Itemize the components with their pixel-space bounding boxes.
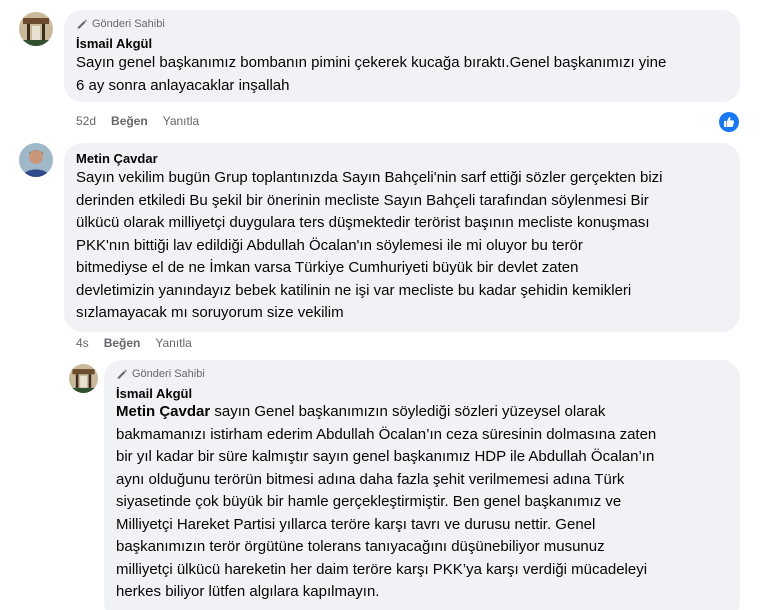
comment-line: bir yıl kadar bir süre kalmıştır sayın g… [116,448,655,465]
post-owner-badge: Gönderi Sahibi [76,18,728,30]
badge-label: Gönderi Sahibi [92,18,165,30]
avatar-ismail-akgul[interactable] [19,12,53,46]
reply-bubble: Gönderi Sahibi İsmail Akgül Metin Çavdar… [104,360,740,610]
reply-button[interactable]: Yanıtla [163,114,199,128]
comment-line: derinden etkiledi Bu şekil bir önerinin … [76,191,649,209]
reply-button[interactable]: Yanıtla [155,336,191,350]
comment-author[interactable]: İsmail Akgül [116,386,728,401]
like-reaction-icon[interactable] [719,112,739,132]
comment-text: Sayın genel başkanımız bombanın pimini ç… [76,52,728,97]
thumbs-up-icon [724,117,735,127]
comment-line: PKK'nın bittiği lav edildiği Abdullah Öc… [76,236,583,254]
comment-line: Sayın genel başkanımız bombanın pimini ç… [76,54,667,71]
comment-line: bakmamanızı istirham ederim Abdullah Öca… [116,425,657,443]
comment-line: sızlamayacak mı soruyorum size vekilim [76,304,344,321]
comment-line: milliyetçi ülkücü hareketin her daim ter… [116,560,648,578]
avatar-image [19,143,53,177]
comment-actions-2: 4s Beğen Yanıtla [76,336,192,350]
mention-link[interactable]: Metin Çavdar [116,403,210,420]
comment-bubble-1: Gönderi Sahibi İsmail Akgül Sayın genel … [64,10,740,102]
comment-line: siyasetinde çok büyük bir hamle gerçekle… [116,493,622,510]
comment-line: başkanımızın terör örgütüne tolerans tan… [116,538,605,555]
comment-timestamp[interactable]: 52d [76,114,96,128]
comment-line: Milliyetçi Hareket Partisi yıllarca terö… [116,515,596,533]
comment-line: ülkücü olarak milliyetçi duygulara ters … [76,214,650,231]
comment-line: Sayın vekilim bugün Grup toplantınızda S… [76,169,663,186]
comment-text: Metin Çavdar sayın Genel başkanımızın sö… [116,401,728,604]
post-owner-badge: Gönderi Sahibi [116,368,728,380]
pencil-icon [77,19,87,29]
pencil-icon [117,369,127,379]
avatar-image [19,12,53,46]
comment-line: aynı olduğunu terörün bitmesi adına daha… [116,470,625,488]
avatar-image [69,364,98,393]
comment-text: Sayın vekilim bugün Grup toplantınızda S… [76,167,728,325]
like-button[interactable]: Beğen [111,114,148,128]
avatar-metin-cavdar[interactable] [19,143,53,177]
comment-line: herkes biliyor lütfen algılara kapılmayı… [116,583,380,600]
comment-author[interactable]: İsmail Akgül [76,36,728,51]
comment-actions-1: 52d Beğen Yanıtla [76,114,199,128]
comment-line: devletimizin yanındayız bebek katilinin … [76,281,632,299]
comment-timestamp[interactable]: 4s [76,336,89,350]
comment-line: bitmediyse el de ne İmkan varsa Türkiye … [76,259,579,276]
badge-label: Gönderi Sahibi [132,368,205,380]
comment-author[interactable]: Metin Çavdar [76,151,728,166]
comment-line-text: sayın Genel başkanımızın söylediği sözle… [210,403,606,420]
comment-line: 6 ay sonra anlayacaklar inşallah [76,76,290,94]
comment-line: Metin Çavdar sayın Genel başkanımızın sö… [116,401,728,424]
avatar-ismail-akgul-reply[interactable] [69,364,98,393]
comment-bubble-2: Metin Çavdar Sayın vekilim bugün Grup to… [64,143,740,332]
like-button[interactable]: Beğen [104,336,141,350]
